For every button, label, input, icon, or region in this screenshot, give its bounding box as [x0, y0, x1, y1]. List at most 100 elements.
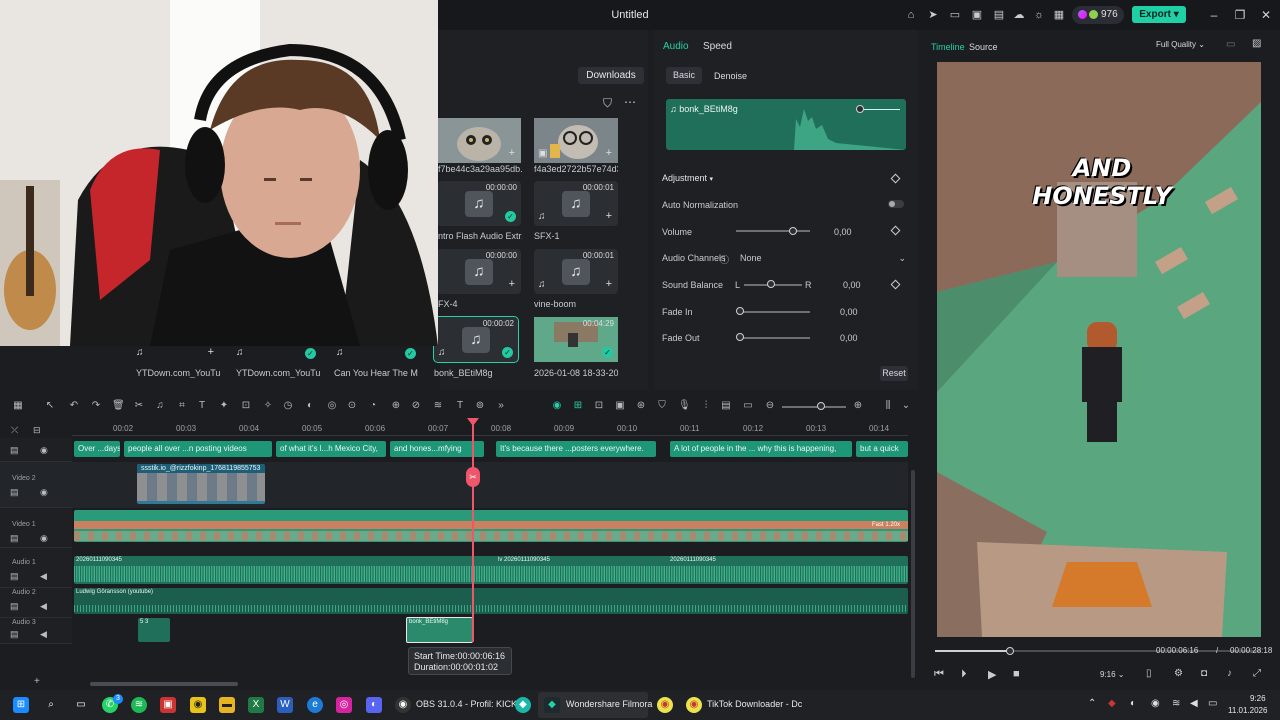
- excel-icon[interactable]: X: [248, 697, 264, 713]
- record-icon[interactable]: ⊚: [474, 400, 486, 412]
- support-icon[interactable]: ☼: [1032, 8, 1046, 22]
- spotify-icon[interactable]: ≋: [131, 697, 147, 713]
- media-thumb-video[interactable]: 00:04:29 ✓: [534, 317, 618, 362]
- more-tools-icon[interactable]: »: [495, 400, 507, 412]
- subtitle-clip[interactable]: but a quick: [856, 441, 908, 457]
- microphone-icon[interactable]: 🎙: [678, 400, 691, 412]
- audio-channels-select[interactable]: None ⌄: [740, 253, 908, 263]
- volume-keyframe-handle[interactable]: [856, 105, 864, 113]
- media-thumb-cat1[interactable]: +: [437, 118, 521, 163]
- subtitle-clip[interactable]: It's because there ...posters everywhere…: [496, 441, 656, 457]
- subtitle-clip[interactable]: of what it's l...h Mexico City,: [276, 441, 386, 457]
- lock-icon[interactable]: ▤: [10, 629, 19, 640]
- preview-progress-track[interactable]: [935, 650, 1261, 652]
- screen-record-icon[interactable]: ▭: [742, 400, 754, 412]
- video2-clip[interactable]: ssstik.io_@rizzfokinp_1768119855753: [137, 464, 265, 504]
- audio1-clip[interactable]: 20260111090345 lv 20260111090345 2026011…: [74, 556, 908, 584]
- media-thumb-audio[interactable]: 00:00:00 ♫ ✓: [437, 181, 521, 226]
- eye-icon[interactable]: ◉: [40, 487, 48, 498]
- mask-icon[interactable]: ◎: [326, 400, 338, 412]
- lock-icon[interactable]: ▤: [10, 445, 19, 456]
- lock-icon[interactable]: ▤: [10, 601, 19, 612]
- settings-icon[interactable]: ⚙: [1174, 668, 1183, 679]
- subtitle-clip[interactable]: people all over ...n posting videos: [124, 441, 272, 457]
- split-icon[interactable]: ⊘: [410, 400, 422, 412]
- caret-icon[interactable]: ▾: [710, 176, 714, 183]
- credits-badge[interactable]: 976: [1072, 6, 1124, 24]
- volume-slider-knob[interactable]: [789, 227, 797, 235]
- clock-time[interactable]: 9:26: [1250, 694, 1266, 703]
- media-thumb-audio[interactable]: ♫ +: [136, 346, 220, 363]
- lock-icon[interactable]: ▤: [10, 571, 19, 582]
- more-icon[interactable]: ⋯: [624, 95, 636, 109]
- screen-icon[interactable]: ▣: [970, 8, 984, 22]
- task-view-icon[interactable]: ▭: [73, 697, 89, 713]
- fade-in-knob[interactable]: [736, 307, 744, 315]
- zoom-slider[interactable]: [782, 406, 846, 408]
- battery-icon[interactable]: ▭: [1208, 698, 1217, 709]
- preview-video-frame[interactable]: AND HONESTLY: [937, 62, 1261, 637]
- speaker-icon[interactable]: ◀: [40, 629, 47, 640]
- tab-basic[interactable]: Basic: [666, 67, 702, 84]
- audio3-clip-selected[interactable]: bonk_BEtiM8g: [406, 617, 473, 643]
- play-icon[interactable]: ▶: [988, 668, 996, 681]
- timeline-ruler[interactable]: [72, 420, 908, 436]
- app2-icon[interactable]: ◉: [190, 697, 206, 713]
- audio2-clip[interactable]: Ludwig Göransson (youtube): [74, 588, 908, 614]
- audio-icon[interactable]: ♫: [154, 400, 166, 412]
- add-track-icon[interactable]: ⤫: [11, 425, 18, 436]
- fullscreen-icon[interactable]: ⤢: [1253, 668, 1261, 679]
- stabilize-icon[interactable]: ≋: [432, 400, 444, 412]
- undo-icon[interactable]: ↶: [68, 400, 80, 412]
- crop-icon[interactable]: ⌗: [176, 400, 188, 412]
- camera-icon[interactable]: ◘: [1201, 668, 1207, 679]
- zoom-out-icon[interactable]: ⊖: [764, 400, 776, 412]
- lock-icon[interactable]: ▤: [10, 533, 19, 544]
- obs-icon[interactable]: ◉: [395, 697, 411, 713]
- media-thumb-cat2[interactable]: ▣ +: [534, 118, 618, 163]
- preview-progress-knob[interactable]: [1005, 647, 1014, 655]
- zoom-in-icon[interactable]: ⊕: [852, 400, 864, 412]
- clock-date[interactable]: 11.01.2026: [1228, 706, 1267, 715]
- snapshot-icon[interactable]: ▨: [1252, 38, 1261, 49]
- minimize-icon[interactable]: –: [1206, 7, 1222, 23]
- tab-source-preview[interactable]: Source: [969, 42, 998, 52]
- redo-icon[interactable]: ↷: [90, 400, 102, 412]
- eye-icon[interactable]: ◉: [40, 533, 48, 544]
- fade-in-slider[interactable]: [740, 311, 810, 313]
- chevron-down-icon[interactable]: ⌄: [900, 400, 912, 412]
- text-speech-icon[interactable]: T: [454, 400, 466, 412]
- layout-grid-icon[interactable]: ▦: [12, 400, 24, 412]
- word-icon[interactable]: W: [277, 697, 293, 713]
- snap-icon[interactable]: ◉: [551, 400, 563, 412]
- app3-icon[interactable]: ◆: [515, 697, 531, 713]
- ai-icon[interactable]: ✧: [262, 400, 274, 412]
- tab-denoise[interactable]: Denoise: [714, 71, 747, 81]
- step-forward-icon[interactable]: ⏵: [961, 668, 967, 681]
- compare-icon[interactable]: ▭: [1226, 39, 1235, 50]
- add-icon[interactable]: +: [509, 278, 515, 290]
- fade-out-slider[interactable]: [740, 337, 810, 339]
- tab-speed[interactable]: Speed: [703, 41, 732, 52]
- tiktok-window-label[interactable]: TikTok Downloader - Dc: [707, 699, 802, 709]
- add-icon[interactable]: +: [606, 278, 612, 290]
- tray-app2-icon[interactable]: ◐: [1130, 698, 1136, 709]
- media-thumb-audio[interactable]: ♫ ✓: [236, 346, 320, 363]
- link-track-icon[interactable]: ⊟: [33, 425, 41, 436]
- shield-icon[interactable]: ⛉: [656, 400, 668, 412]
- maximize-icon[interactable]: ❐: [1232, 7, 1248, 23]
- chevron-up-icon[interactable]: ⌃: [1088, 698, 1096, 709]
- marker-add-icon[interactable]: ⊡: [593, 400, 605, 412]
- lock-icon[interactable]: ▤: [10, 487, 19, 498]
- close-icon[interactable]: ✕: [1258, 7, 1274, 23]
- speaker-icon[interactable]: ◀: [40, 571, 47, 582]
- obs-window-label[interactable]: OBS 31.0.4 - Profil: KICK: [416, 699, 517, 709]
- chrome-icon[interactable]: ◉: [657, 697, 673, 713]
- speaker-icon[interactable]: ◀: [40, 601, 47, 612]
- tab-timeline-preview[interactable]: Timeline: [931, 42, 965, 52]
- eye-icon[interactable]: ◉: [40, 445, 48, 456]
- add-icon[interactable]: +: [208, 346, 214, 358]
- wifi-icon[interactable]: ≋: [1172, 698, 1180, 709]
- filter-icon[interactable]: ⛉: [603, 96, 612, 111]
- tray-app3-icon[interactable]: ◉: [1151, 698, 1160, 709]
